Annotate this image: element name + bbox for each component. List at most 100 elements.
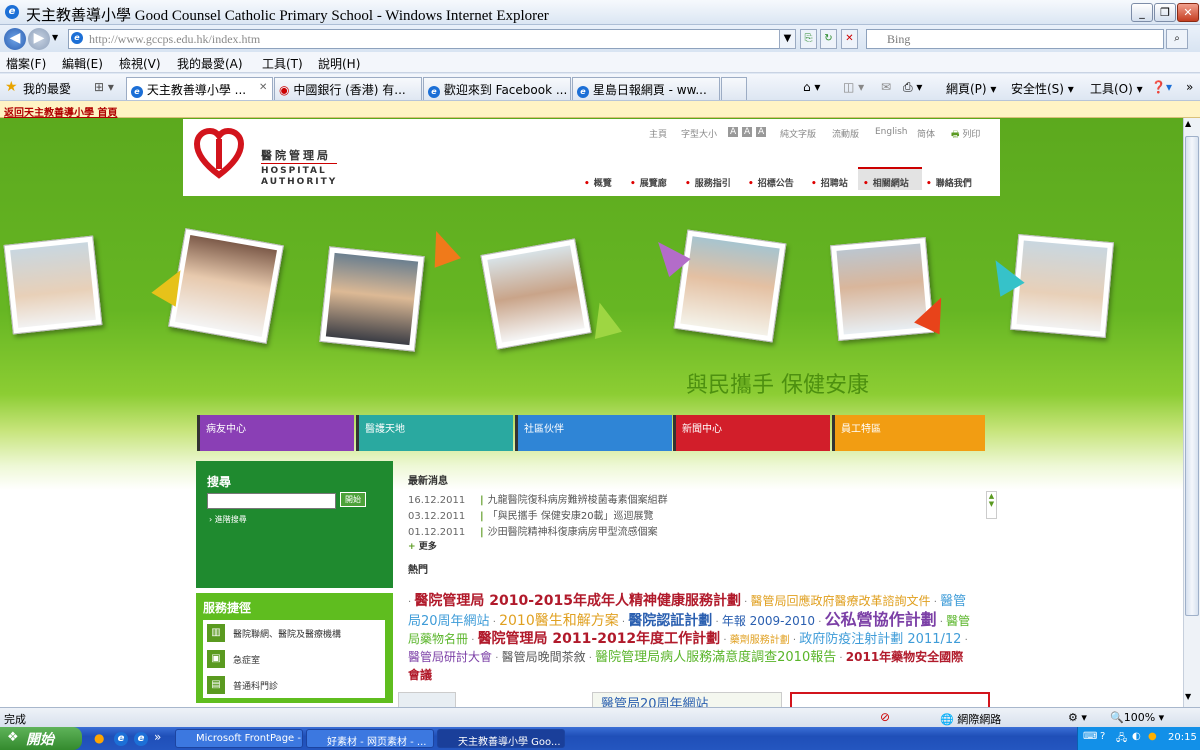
- hot-topic-link[interactable]: 醫管局研討大會: [408, 650, 492, 664]
- hot-topic-link[interactable]: 醫院管理局 2010-2015年成年人精神健康服務計劃: [414, 593, 741, 609]
- menu-file[interactable]: 檔案(F): [6, 55, 46, 72]
- feeds-icon[interactable]: ◫ ▾: [843, 80, 864, 94]
- link-print[interactable]: 🖶 列印: [951, 127, 980, 143]
- zoom-control[interactable]: 🔍100% ▾: [1110, 711, 1164, 724]
- scroll-down-icon[interactable]: ▼: [1185, 692, 1191, 701]
- hot-topic-link[interactable]: 藥劑服務計劃: [730, 635, 790, 646]
- nav-overview[interactable]: • 概覽: [584, 176, 612, 189]
- link-simplified[interactable]: 简体: [917, 127, 935, 140]
- page-menu[interactable]: 網頁(P) ▾: [946, 80, 996, 97]
- menu-edit[interactable]: 編輯(E): [62, 55, 103, 72]
- tab-patients[interactable]: 病友中心: [197, 415, 354, 451]
- help-tray-icon[interactable]: ?: [1100, 731, 1105, 742]
- print-icon[interactable]: ⎙ ▾: [903, 80, 922, 95]
- menu-favorites[interactable]: 我的最愛(A): [177, 55, 243, 72]
- advanced-search-link[interactable]: › 進階搜尋: [209, 514, 247, 525]
- service-emergency[interactable]: ▣ 急症室: [203, 646, 385, 672]
- news-item[interactable]: 16.12.2011 | 九龍醫院復科病房難辨梭菌毒素個案組群: [408, 491, 668, 506]
- tools-menu[interactable]: 工具(O) ▾: [1090, 80, 1143, 97]
- menu-help[interactable]: 說明(H): [318, 55, 360, 72]
- hot-topic-link[interactable]: 政府防疫注射計劃 2011/12: [799, 632, 961, 647]
- tab-bank[interactable]: ◉ 中國銀行 (香港) 有...: [274, 77, 422, 100]
- taskbar-gccps[interactable]: 天主教善導小學 Goo...: [437, 729, 565, 748]
- font-size-medium[interactable]: A: [742, 127, 753, 137]
- favorites-label[interactable]: 我的最愛: [23, 80, 71, 97]
- news-scroll-arrows[interactable]: ▲ ▼: [986, 491, 997, 519]
- hot-topic-link[interactable]: 醫管局晚間茶敘: [502, 650, 586, 664]
- hospital-authority-logo-icon[interactable]: [193, 127, 245, 179]
- hot-topic-link[interactable]: 醫院管理局 2011-2012年度工作計劃: [478, 631, 721, 647]
- compat-view-icon[interactable]: ⎘: [800, 29, 817, 49]
- tab-community[interactable]: 社區伙伴: [515, 415, 672, 451]
- refresh-icon[interactable]: ↻: [820, 29, 837, 49]
- font-size-large[interactable]: A: [756, 127, 767, 137]
- back-to-school-link[interactable]: 返回天主教善導小學 首頁: [4, 104, 117, 119]
- nav-contact[interactable]: • 聯絡我們: [926, 176, 972, 189]
- address-dropdown-icon[interactable]: ▼: [779, 29, 796, 49]
- stop-icon[interactable]: ✕: [841, 29, 858, 49]
- help-icon[interactable]: ❓▾: [1151, 80, 1172, 94]
- quicklaunch-more-icon[interactable]: »: [154, 730, 161, 744]
- service-hospitals[interactable]: ▥ 醫院聯網、醫院及醫療機構: [203, 620, 385, 646]
- anniversary-banner[interactable]: 醫管局20周年網站: [592, 692, 782, 707]
- quicklaunch-ie-icon[interactable]: e: [114, 732, 128, 746]
- news-item[interactable]: 01.12.2011 | 沙田醫院精神科復康病房甲型流感個案: [408, 523, 658, 538]
- clock[interactable]: 20:15: [1168, 732, 1197, 743]
- hot-topic-link[interactable]: 醫院管理局病人服務滿意度調查2010報告: [595, 650, 836, 665]
- minimize-button[interactable]: _: [1131, 3, 1153, 22]
- tab-close-icon[interactable]: ✕: [259, 82, 267, 93]
- tab-healthcare[interactable]: 醫護天地: [356, 415, 513, 451]
- promo-banner[interactable]: [790, 692, 990, 707]
- nav-careers[interactable]: • 招聘站: [811, 176, 848, 189]
- link-text-version[interactable]: 純文字版: [780, 127, 816, 140]
- link-home[interactable]: 主頁: [649, 127, 667, 140]
- history-dropdown-icon[interactable]: ▼: [52, 33, 58, 42]
- quicklaunch-ie-icon[interactable]: e: [134, 732, 148, 746]
- quicklaunch-browser-icon[interactable]: ●: [94, 731, 104, 745]
- favorites-star-icon[interactable]: ★: [5, 79, 18, 95]
- search-go-button[interactable]: 開始: [340, 492, 366, 507]
- hot-topic-link[interactable]: 年報 2009-2010: [722, 614, 815, 628]
- quick-tabs-icon[interactable]: ⊞ ▾: [94, 80, 114, 94]
- nav-related-sites[interactable]: • 相關網站: [863, 176, 909, 189]
- scroll-up-icon[interactable]: ▲: [1185, 119, 1191, 128]
- service-gopc[interactable]: ▤ 普通科門診: [203, 672, 385, 698]
- address-input[interactable]: http://www.gccps.edu.hk/index.htm: [68, 29, 796, 49]
- close-window-button[interactable]: ✕: [1177, 3, 1199, 22]
- nav-gallery[interactable]: • 展覽廊: [630, 176, 667, 189]
- keyboard-icon[interactable]: ⌨: [1083, 731, 1097, 742]
- start-button[interactable]: ❖ 開始: [0, 727, 82, 750]
- hot-topic-link[interactable]: 公私營協作計劃: [825, 610, 937, 629]
- popup-blocker-icon[interactable]: ⊘: [880, 710, 890, 724]
- home-icon[interactable]: ⌂ ▾: [803, 80, 820, 94]
- tab-newsroom[interactable]: 新聞中心: [673, 415, 830, 451]
- maximize-button[interactable]: ❐: [1154, 3, 1176, 22]
- hot-topic-link[interactable]: 醫院認証計劃: [628, 613, 712, 629]
- tab-staff[interactable]: 員工特區: [832, 415, 985, 451]
- protected-mode-icon[interactable]: ⚙ ▾: [1068, 711, 1087, 724]
- taskbar-sucai[interactable]: 好素材 - 网页素材 - ...: [306, 729, 434, 748]
- tab-singtao[interactable]: e 星島日報網頁 - ww...: [572, 77, 720, 100]
- safety-menu[interactable]: 安全性(S) ▾: [1011, 80, 1074, 97]
- menu-view[interactable]: 檢視(V): [119, 55, 161, 72]
- forward-button[interactable]: ▶: [28, 28, 50, 50]
- nav-tenders[interactable]: • 招標公告: [748, 176, 794, 189]
- news-item[interactable]: 03.12.2011 | 「與民攜手 保健安康20載」巡迴展覽: [408, 507, 654, 522]
- search-icon[interactable]: ⌕: [1166, 29, 1188, 49]
- network-icon[interactable]: 🖧: [1116, 731, 1127, 748]
- tab-facebook[interactable]: e 歡迎來到 Facebook ...: [423, 77, 571, 100]
- tab-gccps[interactable]: e 天主教善導小學 ...: [126, 77, 273, 100]
- volume-icon[interactable]: ◐: [1132, 731, 1141, 742]
- vertical-scrollbar[interactable]: ▲ ▼: [1183, 118, 1200, 707]
- link-english[interactable]: English: [875, 127, 908, 137]
- font-size-small[interactable]: A: [728, 127, 739, 137]
- new-tab-button[interactable]: [721, 77, 747, 100]
- link-mobile[interactable]: 流動版: [832, 127, 859, 140]
- menu-tools[interactable]: 工具(T): [262, 55, 303, 72]
- chevron-more-icon[interactable]: »: [1186, 80, 1193, 94]
- update-icon[interactable]: ●: [1148, 731, 1157, 742]
- back-button[interactable]: ◀: [4, 28, 26, 50]
- hot-topic-link[interactable]: 醫管局回應政府醫療改革諮詢文件: [751, 594, 931, 608]
- hot-topic-link[interactable]: 2010醫生和解方案: [499, 613, 619, 629]
- news-more-link[interactable]: + 更多: [408, 539, 437, 552]
